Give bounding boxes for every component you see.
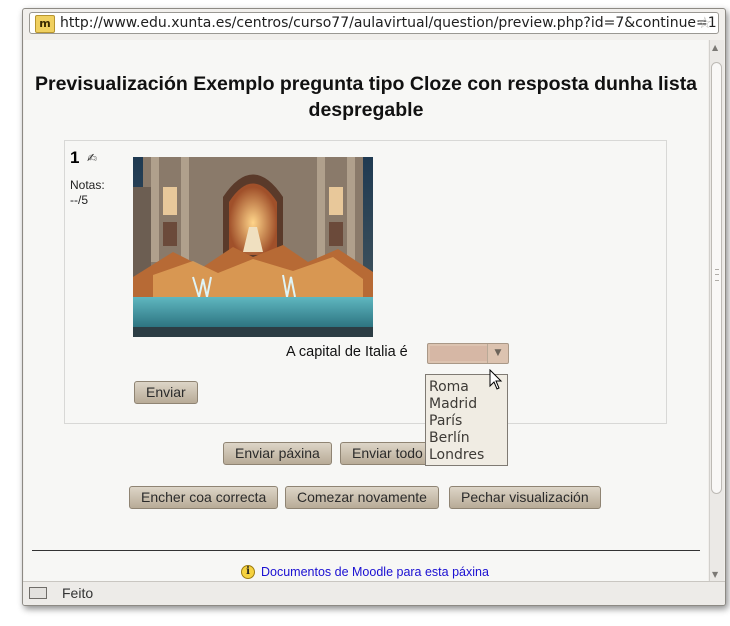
select-value [430, 346, 488, 361]
url-text[interactable]: http://www.edu.xunta.es/centros/curso77/… [60, 15, 717, 31]
trevi-fountain-image [133, 157, 373, 337]
dropdown-option[interactable]: París [426, 413, 507, 430]
close-preview-button[interactable]: Pechar visualización [449, 486, 601, 509]
moodle-docs-link[interactable]: Documentos de Moodle para esta páxina [261, 565, 489, 579]
submit-question-button[interactable]: Enviar [134, 381, 198, 404]
question-container: 1 ✍ Notas: --/5 A capital de Italia é ▼ … [64, 140, 667, 424]
page-title: Previsualización Exemplo pregunta tipo C… [34, 73, 698, 121]
scrollbar-thumb[interactable] [711, 62, 722, 494]
status-text: Feito [62, 585, 94, 601]
browser-window: m http://www.edu.xunta.es/centros/curso7… [22, 8, 726, 606]
vertical-scrollbar[interactable]: ▲ ▼ [709, 40, 724, 582]
mouse-pointer-icon [489, 369, 503, 390]
question-number: 1 [70, 148, 80, 167]
bookmark-star-icon[interactable]: ☆ [698, 13, 712, 32]
dropdown-arrow-icon[interactable]: ▼ [487, 344, 508, 363]
grade-value: --/5 [70, 193, 88, 207]
dropdown-option[interactable]: Londres [426, 447, 507, 464]
info-icon: i [241, 565, 255, 579]
edit-pencil-icon[interactable]: ✍ [87, 151, 97, 165]
submit-all-button[interactable]: Enviar todo [340, 442, 435, 465]
answer-select[interactable]: ▼ [427, 343, 509, 364]
start-again-button[interactable]: Comezar novamente [285, 486, 439, 509]
status-page-icon [29, 587, 47, 599]
question-text: A capital de Italia é [286, 344, 408, 360]
page-viewport: Previsualización Exemplo pregunta tipo C… [24, 40, 708, 582]
dropdown-option[interactable]: Madrid [426, 396, 507, 413]
dropdown-option[interactable]: Berlín [426, 430, 507, 447]
status-bar: Feito [23, 581, 725, 605]
scroll-down-arrow-icon[interactable]: ▼ [712, 570, 718, 579]
address-bar[interactable]: m http://www.edu.xunta.es/centros/curso7… [29, 12, 719, 34]
grade-label: Notas: [70, 178, 105, 192]
scroll-up-arrow-icon[interactable]: ▲ [712, 43, 718, 52]
footer-divider [32, 550, 700, 551]
site-favicon-icon: m [35, 15, 55, 33]
fill-correct-button[interactable]: Encher coa correcta [129, 486, 279, 509]
submit-page-button[interactable]: Enviar páxina [223, 442, 332, 465]
